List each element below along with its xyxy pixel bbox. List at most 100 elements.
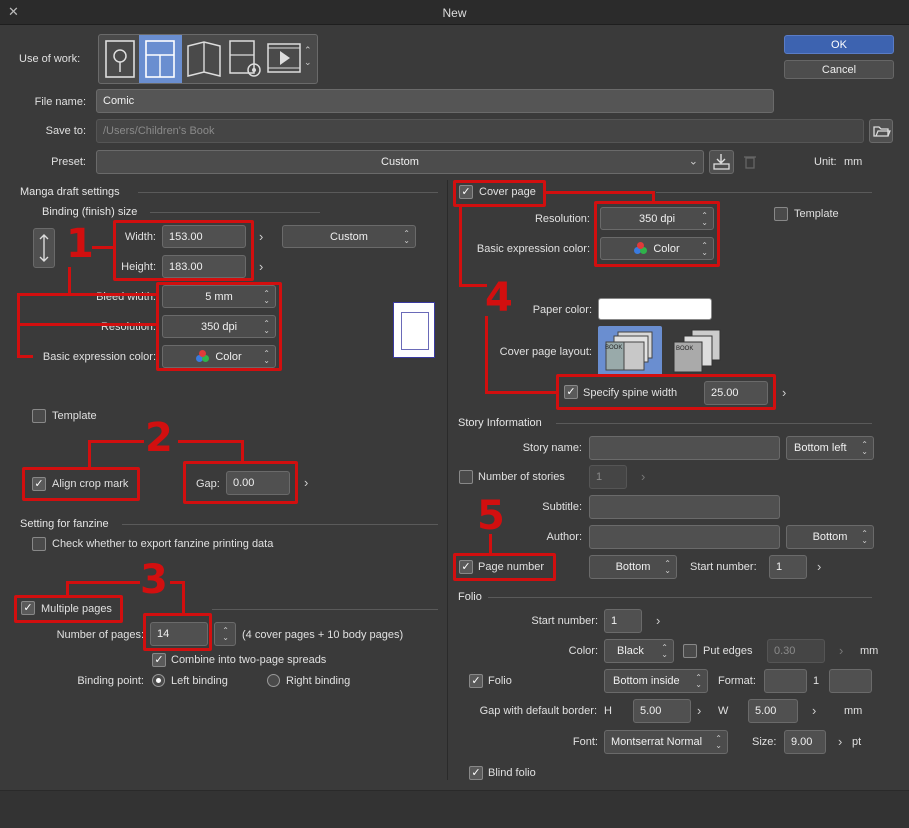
right-binding-label: Right binding: [286, 675, 351, 687]
template-label: Template: [52, 410, 97, 422]
cover-page-line: [656, 192, 872, 193]
num-pages-label: Number of pages:: [56, 629, 144, 641]
size-unit: pt: [852, 736, 862, 748]
window-title: New: [442, 6, 467, 20]
width-arrow-icon[interactable]: ›: [259, 230, 263, 243]
font-dropdown[interactable]: Montserrat Normal ⌃ ⌄: [604, 730, 728, 754]
left-binding-radio[interactable]: [152, 674, 165, 687]
annotation-box-spine: [556, 374, 776, 410]
cancel-button[interactable]: Cancel: [784, 60, 894, 79]
folio-start-label: Start number:: [531, 615, 598, 627]
fanzine-label: Check whether to export fanzine printing…: [52, 538, 274, 550]
annotation-line-4f: [485, 391, 557, 394]
multiple-pages-line: [212, 609, 438, 610]
author-field[interactable]: [589, 525, 780, 549]
annotation-line-3b: [66, 581, 69, 596]
combine-checkbox[interactable]: ✓: [152, 653, 166, 667]
put-edges-field: 0.30: [767, 639, 825, 663]
height-arrow-icon[interactable]: ›: [259, 260, 263, 273]
start-number-field[interactable]: 1: [769, 555, 807, 579]
fanzine-checkbox[interactable]: [32, 537, 46, 551]
cover-layout-spread-icon[interactable]: BOOK: [598, 326, 662, 376]
annotation-line-1f: [17, 355, 33, 358]
put-edges-unit: mm: [860, 645, 879, 657]
annotation-box-gap: [183, 461, 298, 504]
preset-label: Preset:: [51, 156, 86, 168]
comic-icon[interactable]: [139, 35, 182, 83]
paper-color-swatch[interactable]: [598, 298, 712, 320]
folio-checkbox[interactable]: ✓: [469, 674, 483, 688]
fanzine-section-title: Setting for fanzine: [20, 518, 109, 530]
author-position-dropdown[interactable]: Bottom ⌃ ⌄: [786, 525, 874, 549]
h-arrow-icon[interactable]: ›: [697, 704, 701, 717]
h-label: H: [604, 705, 612, 717]
annotation-box-multiple: [14, 595, 123, 623]
num-stories-checkbox[interactable]: [459, 470, 473, 484]
panel-divider: [447, 180, 448, 780]
size-arrow-icon[interactable]: ›: [838, 735, 842, 748]
template-checkbox[interactable]: [32, 409, 46, 423]
h-field[interactable]: 5.00: [633, 699, 691, 723]
binding-point-label: Binding point:: [77, 675, 144, 687]
webtoon-settings-icon[interactable]: [226, 38, 264, 80]
preset-dropdown[interactable]: Custom ⌄: [96, 150, 704, 174]
swap-orientation-icon[interactable]: [33, 228, 55, 268]
color-label: Basic expression color:: [42, 351, 156, 363]
blind-folio-checkbox[interactable]: ✓: [469, 766, 483, 780]
annotation-number-3: 3: [140, 557, 168, 603]
cover-layout-label: Cover page layout:: [499, 346, 592, 358]
animation-icon[interactable]: [265, 38, 303, 80]
folio-start-arrow-icon[interactable]: ›: [656, 614, 660, 627]
story-name-position-dropdown[interactable]: Bottom left ⌃ ⌄: [786, 436, 874, 460]
annotation-line-4e: [485, 316, 488, 394]
right-binding-radio[interactable]: [267, 674, 280, 687]
num-pages-stepper[interactable]: ⌃ ⌄: [214, 622, 236, 646]
folio-color-dropdown[interactable]: Black ⌃ ⌄: [604, 639, 674, 663]
save-to-label: Save to:: [45, 125, 86, 137]
format-number: 1: [813, 675, 820, 687]
folio-position-dropdown[interactable]: Bottom inside ⌃ ⌄: [604, 669, 708, 693]
annotation-box-bleed-color: [156, 282, 282, 371]
story-section-title: Story Information: [458, 417, 542, 429]
annotation-line-2c: [178, 440, 244, 443]
format-prefix-field[interactable]: [764, 669, 807, 693]
save-preset-icon[interactable]: [709, 150, 734, 174]
folio-start-field[interactable]: 1: [604, 609, 642, 633]
annotation-line-4a: [545, 191, 655, 194]
page-number-position-dropdown[interactable]: Bottom ⌃ ⌄: [589, 555, 677, 579]
start-number-arrow-icon[interactable]: ›: [817, 560, 821, 573]
cover-color-label: Basic expression color:: [476, 243, 590, 255]
left-binding-label: Left binding: [171, 675, 228, 687]
folio-color-label: Color:: [568, 645, 598, 657]
num-stories-label: Number of stories: [478, 471, 565, 483]
use-of-work-scroll-icon[interactable]: ⌃ ⌄: [304, 44, 312, 68]
illustration-icon[interactable]: [102, 38, 138, 80]
file-name-field[interactable]: Comic: [96, 89, 774, 113]
multipage-icon[interactable]: [184, 38, 224, 80]
gap-arrow-icon[interactable]: ›: [304, 476, 308, 489]
spine-width-arrow-icon[interactable]: ›: [782, 386, 786, 399]
format-suffix-field[interactable]: [829, 669, 872, 693]
gap-border-unit: mm: [844, 705, 863, 717]
annotation-line-2a: [88, 440, 144, 443]
story-name-field[interactable]: [589, 436, 780, 460]
size-preset-dropdown[interactable]: Custom ⌃ ⌄: [282, 225, 416, 248]
annotation-line-1c: [17, 293, 157, 296]
folder-icon[interactable]: [869, 119, 893, 143]
annotation-number-5: 5: [477, 493, 505, 539]
size-field[interactable]: 9.00: [784, 730, 826, 754]
ok-button[interactable]: OK: [784, 35, 894, 54]
put-edges-checkbox[interactable]: [683, 644, 697, 658]
w-arrow-icon[interactable]: ›: [812, 704, 816, 717]
fanzine-section-line: [122, 524, 438, 525]
put-edges-arrow-icon: ›: [839, 643, 844, 658]
subtitle-field[interactable]: [589, 495, 780, 519]
annotation-number-1: 1: [66, 221, 94, 267]
annotation-line-4d: [459, 284, 487, 287]
cover-layout-separate-icon[interactable]: BOOK: [670, 326, 730, 376]
annotation-box-crop: [22, 467, 140, 501]
num-stories-arrow-icon: ›: [641, 469, 646, 484]
w-field[interactable]: 5.00: [748, 699, 798, 723]
folio-label: Folio: [488, 675, 512, 687]
cover-template-checkbox[interactable]: [774, 207, 788, 221]
